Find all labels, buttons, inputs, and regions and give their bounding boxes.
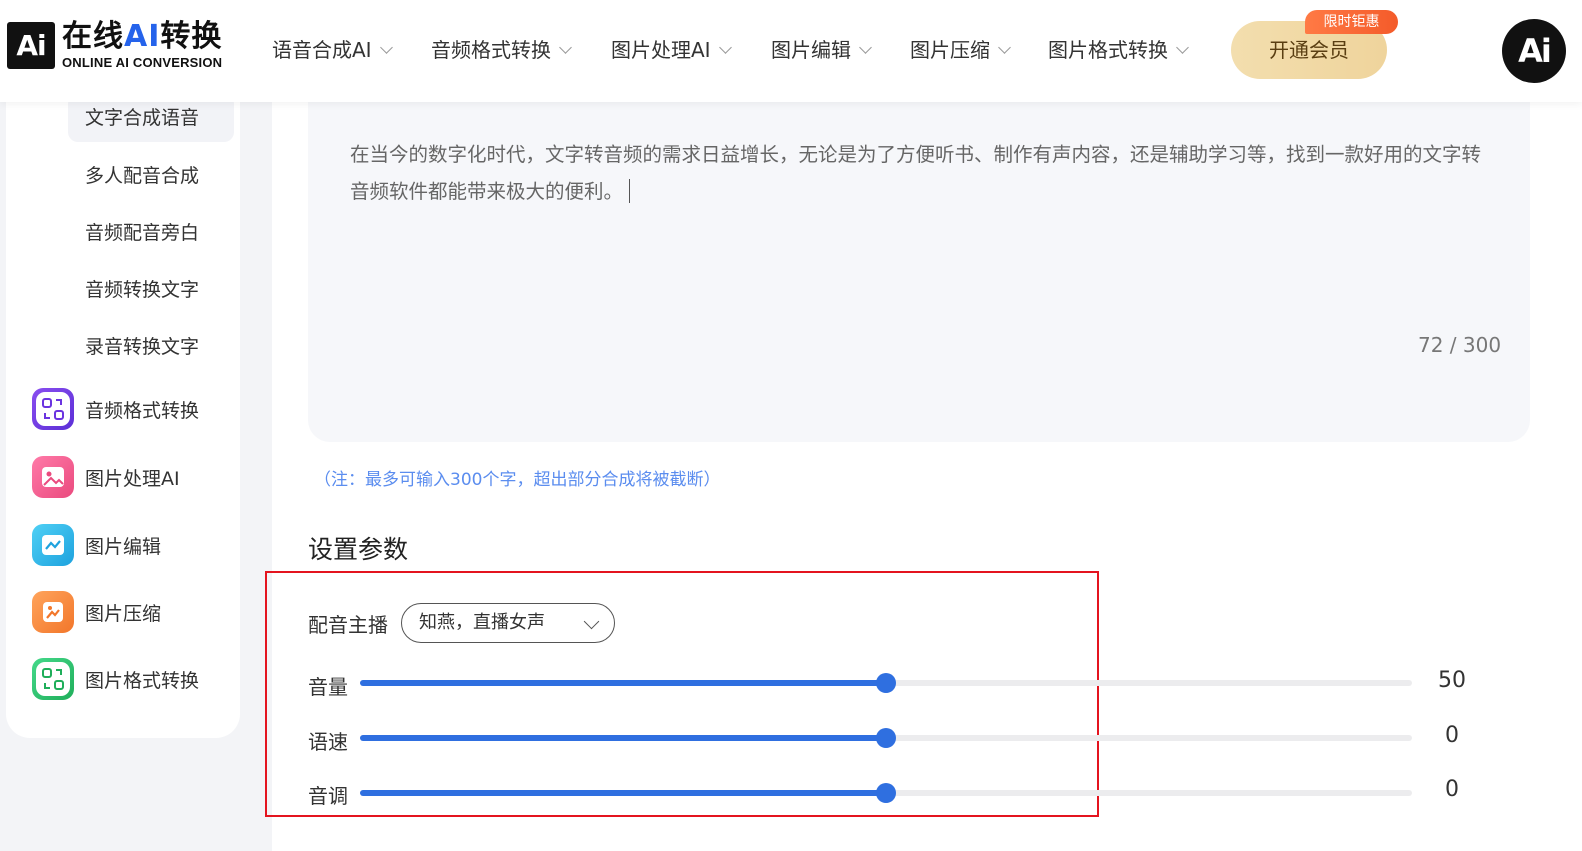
- nav-item-image-format[interactable]: 图片格式转换: [1048, 36, 1189, 64]
- nav-item-label: 图片编辑: [771, 38, 851, 62]
- nav-item-image-edit[interactable]: 图片编辑: [771, 36, 872, 64]
- voice-select[interactable]: 知燕，直播女声: [401, 603, 615, 643]
- logo-name-prefix: 在线: [62, 19, 124, 54]
- chevron-down-icon: [379, 40, 393, 54]
- logo-name-suffix: 转换: [160, 19, 223, 54]
- sidebar-item-label: 图片格式转换: [85, 669, 200, 692]
- chevron-down-icon: [718, 40, 732, 54]
- speed-label: 语速: [308, 730, 348, 754]
- nav-item-label: 音频格式转换: [431, 38, 551, 62]
- settings-highlight-box: [265, 571, 1099, 817]
- sidebar-item-label: 图片处理AI: [85, 467, 180, 490]
- text-input[interactable]: 在当今的数字化时代，文字转音频的需求日益增长，无论是为了方便听书、制作有声内容，…: [350, 136, 1500, 210]
- text-input-content: 在当今的数字化时代，文字转音频的需求日益增长，无论是为了方便听书、制作有声内容，…: [350, 143, 1482, 203]
- logo-name[interactable]: 在线AI转换: [62, 18, 222, 56]
- volume-slider-fill: [360, 680, 886, 686]
- pitch-label: 音调: [308, 784, 348, 808]
- chevron-down-icon: [859, 40, 872, 54]
- sidebar-item-image-format[interactable]: 图片格式转换: [32, 658, 199, 700]
- sidebar-item-label: 图片编辑: [85, 535, 162, 558]
- promo-badge: 限时钜惠: [1305, 10, 1398, 34]
- pitch-slider-thumb[interactable]: [876, 783, 896, 803]
- text-input-area[interactable]: 在当今的数字化时代，文字转音频的需求日益增长，无论是为了方便听书、制作有声内容，…: [308, 80, 1530, 442]
- chevron-down-icon: [583, 613, 600, 630]
- logo-mark[interactable]: Ai: [7, 22, 55, 69]
- char-limit-note: （注：最多可输入300个字，超出部分合成将被截断）: [314, 470, 721, 490]
- speed-slider[interactable]: [360, 728, 1412, 748]
- volume-label: 音量: [308, 675, 348, 699]
- main-content: 在当今的数字化时代，文字转音频的需求日益增长，无论是为了方便听书、制作有声内容，…: [265, 0, 1582, 851]
- sidebar-item-label: 音频格式转换: [85, 399, 200, 422]
- sidebar-subitem-recording-to-text[interactable]: 录音转换文字: [68, 323, 234, 371]
- voice-select-value: 知燕，直播女声: [419, 612, 545, 633]
- voice-label: 配音主播: [308, 613, 388, 637]
- volume-value: 50: [1438, 668, 1466, 693]
- top-header: Ai 在线AI转换 ONLINE AI CONVERSION 语音合成AI 音频…: [0, 0, 1582, 102]
- audio-convert-icon: [32, 388, 74, 430]
- sidebar: 文字合成语音 多人配音合成 音频配音旁白 音频转换文字 录音转换文字 音频格式转…: [6, 80, 240, 738]
- sidebar-subitem-multi-voice[interactable]: 多人配音合成: [68, 152, 234, 200]
- nav-item-image-ai[interactable]: 图片处理AI: [611, 36, 732, 64]
- nav-item-tts-ai[interactable]: 语音合成AI: [272, 36, 393, 64]
- nav-item-label: 图片处理AI: [611, 38, 711, 62]
- speed-slider-thumb[interactable]: [876, 728, 896, 748]
- pitch-value: 0: [1445, 777, 1459, 802]
- nav-item-label: 语音合成AI: [272, 38, 372, 62]
- sidebar-item-image-ai[interactable]: 图片处理AI: [32, 456, 180, 498]
- pitch-slider[interactable]: [360, 783, 1412, 803]
- sidebar-item-label: 图片压缩: [85, 602, 162, 625]
- speed-value: 0: [1445, 723, 1459, 748]
- char-counter: 72 / 300: [1418, 333, 1502, 357]
- image-ai-icon: [32, 456, 74, 498]
- sidebar-item-audio-convert[interactable]: 音频格式转换: [32, 388, 199, 430]
- volume-slider[interactable]: [360, 673, 1412, 693]
- nav-item-label: 图片压缩: [910, 38, 990, 62]
- image-format-icon: [32, 658, 74, 700]
- nav-item-label: 图片格式转换: [1048, 38, 1168, 62]
- settings-title: 设置参数: [308, 535, 409, 564]
- volume-slider-thumb[interactable]: [876, 673, 896, 693]
- text-caret: [629, 179, 631, 203]
- logo-subtitle: ONLINE AI CONVERSION: [62, 55, 223, 70]
- chevron-down-icon: [559, 40, 572, 54]
- image-compress-icon: [32, 591, 74, 633]
- chevron-down-icon: [1176, 40, 1189, 54]
- sidebar-item-image-compress[interactable]: 图片压缩: [32, 591, 161, 633]
- speed-slider-fill: [360, 735, 886, 741]
- logo-name-ai: AI: [124, 19, 161, 54]
- pitch-slider-fill: [360, 790, 886, 796]
- sidebar-item-image-edit[interactable]: 图片编辑: [32, 524, 161, 566]
- sidebar-subitem-audio-to-text[interactable]: 音频转换文字: [68, 266, 234, 314]
- chevron-down-icon: [998, 40, 1011, 54]
- avatar[interactable]: Ai: [1502, 19, 1566, 83]
- image-edit-icon: [32, 524, 74, 566]
- nav-item-image-compress[interactable]: 图片压缩: [910, 36, 1011, 64]
- sidebar-subitem-narration[interactable]: 音频配音旁白: [68, 209, 234, 257]
- nav-item-audio-convert[interactable]: 音频格式转换: [431, 36, 572, 64]
